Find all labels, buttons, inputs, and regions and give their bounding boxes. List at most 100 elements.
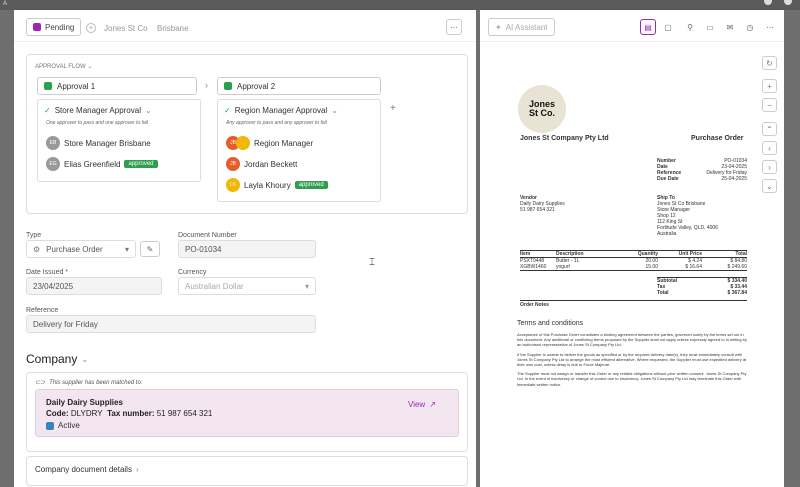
company-details-card[interactable]: Company document details ›	[26, 456, 468, 486]
approval-flow-title[interactable]: APPROVAL FLOW ⌄	[35, 63, 92, 70]
cursor-icon: ⌶	[369, 257, 375, 268]
avatar: JB	[226, 157, 240, 171]
zoom-in-icon[interactable]: +	[762, 79, 777, 93]
header-supplier[interactable]: Jones St Co	[104, 24, 148, 33]
avatar: LK	[226, 178, 240, 192]
currency-label: Currency	[178, 269, 207, 276]
window-control-dot[interactable]	[764, 0, 772, 5]
docnum-label: Document Number	[178, 232, 237, 239]
chevron-right-icon: ›	[205, 80, 208, 90]
doc-totals: Subtotal $ 334.40 Tax $ 33.44 Total $ 367.8…	[657, 277, 747, 296]
approval-rule-1: ✓ Store Manager Approval ⌄ One approver …	[37, 99, 201, 182]
reference-field[interactable]: Delivery for Friday	[26, 315, 316, 333]
company-title: Company	[26, 352, 78, 366]
table-row: XGBW1460 yogurt 15.00 $ 16.64 $ 249.60	[520, 264, 747, 271]
window-control-dot[interactable]	[784, 0, 792, 5]
document-icon[interactable]: ▤	[640, 19, 656, 35]
add-approval-icon[interactable]: +	[390, 103, 396, 114]
approver-name: Layla Khoury	[244, 180, 291, 190]
stage-label: Approval 1	[57, 81, 96, 91]
currency-select[interactable]: Australian Dollar ▾	[178, 277, 316, 295]
approver-row: JB Region Manager	[226, 136, 313, 150]
chevron-down-icon: ▾	[124, 244, 129, 254]
approver-row: EG Elias Greenfield approved	[46, 157, 158, 171]
company-card: ⊂⊃ This supplier has been matched to: Da…	[26, 372, 468, 452]
date-label: Date Issued *	[26, 269, 69, 276]
chevron-right-icon: ›	[135, 465, 139, 474]
link-icon: ⊂⊃	[35, 380, 46, 386]
chevron-down-icon: ⌄	[144, 106, 152, 115]
approval-stage-2[interactable]: Approval 2	[217, 77, 381, 95]
chevron-right-icon[interactable]: ›	[762, 160, 777, 174]
stage-status-icon	[224, 82, 232, 90]
doc-vendor: Vendor Daily Dairy Supplies 51 987 654 3…	[520, 195, 565, 213]
approver-name: Region Manager	[254, 138, 314, 148]
document-details-panel: Pending + Jones St Co Brisbane ⋯ APPROVA…	[14, 10, 476, 487]
document-preview-panel: ✦ AI Assistant ▤ ▢ ⚲ ▭ ✉ ◷ ⋯ ↻ + − ⌃ ‹ ›…	[480, 10, 784, 487]
approver-name: Store Manager Brisbane	[64, 138, 151, 148]
pin-icon[interactable]: ⚲	[682, 19, 698, 35]
avatar: EB	[46, 136, 60, 150]
line-items-table: Item Description Quantity Unit Price Total P…	[520, 250, 747, 271]
reference-label: Reference	[26, 307, 59, 314]
chevron-up-icon[interactable]: ⌃	[762, 122, 777, 136]
rule-description: One approver to pass and one approver to…	[46, 120, 149, 126]
avatar: EG	[46, 157, 60, 171]
doc-shipto: Ship To Jones St Co Brisbane Store Manag…	[657, 195, 718, 237]
rule-header[interactable]: ✓ Store Manager Approval ⌄	[44, 106, 152, 115]
right-header: ✦ AI Assistant ▤ ▢ ⚲ ▭ ✉ ◷ ⋯	[480, 10, 784, 42]
more-options-icon[interactable]: ⋯	[762, 19, 778, 35]
order-notes: Order Notes	[520, 300, 747, 308]
type-select[interactable]: ⚙ Purchase Order ▾	[26, 240, 136, 258]
window-top-bar: A	[0, 0, 800, 10]
left-header: Pending + Jones St Co Brisbane ⋯	[14, 10, 476, 42]
doc-meta: Number PO-01034 Date 23-04-2025 Reference D…	[657, 158, 747, 182]
view-link[interactable]: View ↗	[408, 400, 436, 409]
approval-stage-1[interactable]: Approval 1	[37, 77, 197, 95]
note-icon[interactable]: ▢	[660, 19, 676, 35]
status-swatch	[46, 421, 54, 430]
chevron-down-icon: ⌄	[331, 106, 338, 115]
more-options-icon[interactable]: ⋯	[446, 19, 462, 35]
avatar	[236, 136, 250, 150]
ai-assistant-button[interactable]: ✦ AI Assistant	[488, 18, 555, 36]
check-circle-icon: ✓	[224, 106, 231, 115]
currency-value: Australian Dollar	[185, 281, 244, 291]
matched-supplier-card[interactable]: Daily Dairy Supplies Code: DLYDRY Tax nu…	[35, 389, 459, 437]
terms-title: Terms and conditions	[517, 320, 584, 327]
comment-icon[interactable]: ▭	[702, 19, 718, 35]
rule-name: Store Manager Approval	[54, 106, 141, 115]
type-label: Type	[26, 232, 42, 239]
gear-icon: ⚙	[33, 244, 41, 254]
approver-name: Jordan Beckett	[244, 159, 298, 169]
rule-name: Region Manager Approval	[234, 106, 328, 115]
approved-badge: approved	[294, 181, 328, 189]
company-section-header[interactable]: Company ⌄	[26, 352, 88, 366]
rule-header[interactable]: ✓ Region Manager Approval ⌄	[224, 106, 338, 115]
supplier-name: Daily Dairy Supplies	[46, 398, 123, 407]
doc-type: Purchase Order	[691, 135, 744, 142]
status-pill[interactable]: Pending	[26, 18, 82, 36]
history-icon[interactable]: ◷	[742, 19, 758, 35]
window-corner-text: A	[3, 1, 8, 7]
company-details-header: Company document details ›	[35, 465, 139, 474]
docnum-field[interactable]: PO-01034	[178, 240, 316, 258]
supplier-icon: +	[86, 23, 96, 33]
type-value: Purchase Order	[46, 244, 103, 254]
refresh-icon[interactable]: ↻	[762, 56, 777, 70]
approval-flow-card: APPROVAL FLOW ⌄ Approval 1 › Approval 2 …	[26, 54, 468, 214]
approver-row: LK Layla Khoury approved	[226, 178, 328, 192]
supplier-status: Active	[46, 421, 80, 430]
sparkle-icon: ✦	[495, 22, 502, 32]
chevron-left-icon[interactable]: ‹	[762, 141, 777, 155]
approved-badge: approved	[124, 160, 158, 168]
chevron-down-icon[interactable]: ⌄	[762, 179, 777, 193]
header-location[interactable]: Brisbane	[157, 24, 189, 33]
date-field[interactable]: 23/04/2025	[26, 277, 162, 295]
stage-status-icon	[44, 82, 52, 90]
mail-icon[interactable]: ✉	[722, 19, 738, 35]
edit-pencil-icon[interactable]: ✎	[140, 241, 160, 257]
supplier-code-line: Code: DLYDRY Tax number: 51 987 654 321	[46, 409, 213, 418]
terms-text: Acceptance of this Purchase Order consti…	[517, 332, 747, 387]
zoom-out-icon[interactable]: −	[762, 98, 777, 112]
